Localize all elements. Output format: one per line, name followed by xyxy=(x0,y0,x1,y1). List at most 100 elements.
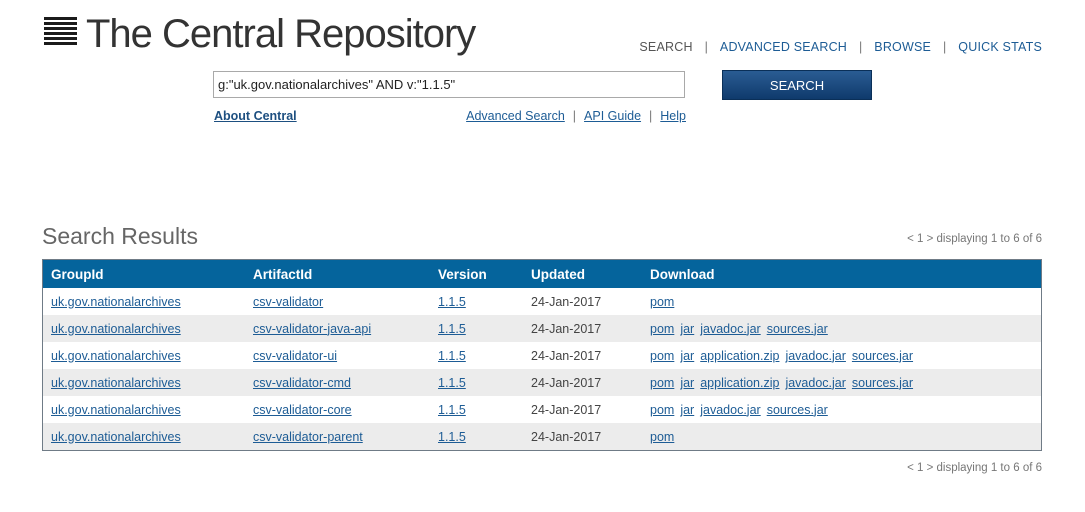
groupid-cell: uk.gov.nationalarchives xyxy=(42,315,245,342)
groupid-cell: uk.gov.nationalarchives xyxy=(42,369,245,396)
download-link[interactable]: jar xyxy=(680,376,694,390)
table-row: uk.gov.nationalarchives csv-validator-ui 1… xyxy=(43,342,1042,369)
groupid-cell: uk.gov.nationalarchives xyxy=(42,423,245,451)
nav-separator: | xyxy=(704,40,708,54)
updated-text: 24-Jan-2017 xyxy=(531,375,602,390)
logo-stripes-icon xyxy=(44,17,77,45)
download-link[interactable]: sources.jar xyxy=(767,403,828,417)
nav-separator: | xyxy=(943,40,947,54)
version-link[interactable]: 1.1.5 xyxy=(438,376,466,390)
artifactid-cell: csv-validator-cmd xyxy=(245,369,430,396)
artifactid-cell: csv-validator-core xyxy=(245,396,430,423)
about-central-link[interactable]: About Central xyxy=(214,109,297,123)
download-link[interactable]: javadoc.jar xyxy=(700,403,760,417)
download-link[interactable]: pom xyxy=(650,376,674,390)
advanced-search-link[interactable]: Advanced Search xyxy=(466,109,565,123)
download-link[interactable]: application.zip xyxy=(700,349,779,363)
updated-cell: 24-Jan-2017 xyxy=(523,288,642,315)
download-link[interactable]: jar xyxy=(680,403,694,417)
download-link[interactable]: pom xyxy=(650,322,674,336)
api-guide-link[interactable]: API Guide xyxy=(584,109,641,123)
download-link[interactable]: sources.jar xyxy=(852,349,913,363)
version-link[interactable]: 1.1.5 xyxy=(438,349,466,363)
download-cell: pom jar application.zip javadoc.jar sources.… xyxy=(642,369,1042,396)
paging-bottom: < 1 > displaying 1 to 6 of 6 xyxy=(907,462,1042,474)
search-input[interactable] xyxy=(213,71,685,98)
separator: | xyxy=(572,109,577,123)
download-link[interactable]: javadoc.jar xyxy=(785,376,845,390)
artifactid-cell: csv-validator xyxy=(245,288,430,315)
version-cell: 1.1.5 xyxy=(430,369,523,396)
groupid-link[interactable]: uk.gov.nationalarchives xyxy=(51,295,181,309)
help-link[interactable]: Help xyxy=(660,109,686,123)
nav-search[interactable]: SEARCH xyxy=(639,40,692,54)
updated-text: 24-Jan-2017 xyxy=(531,294,602,309)
download-cell: pom xyxy=(642,288,1042,315)
nav-advanced-search[interactable]: ADVANCED SEARCH xyxy=(720,40,847,54)
download-link[interactable]: sources.jar xyxy=(852,376,913,390)
download-link[interactable]: application.zip xyxy=(700,376,779,390)
groupid-cell: uk.gov.nationalarchives xyxy=(43,288,246,315)
column-download: Download xyxy=(642,259,1042,288)
artifactid-link[interactable]: csv-validator-cmd xyxy=(253,376,351,390)
download-link[interactable]: pom xyxy=(650,403,674,417)
version-link[interactable]: 1.1.5 xyxy=(438,295,466,309)
version-cell: 1.1.5 xyxy=(430,423,523,451)
download-link[interactable]: jar xyxy=(680,322,694,336)
table-header-row: GroupId ArtifactId Version Updated Downl… xyxy=(42,259,1042,288)
download-cell: pom xyxy=(642,423,1042,451)
updated-cell: 24-Jan-2017 xyxy=(523,315,642,342)
nav-quick-stats[interactable]: QUICK STATS xyxy=(958,40,1042,54)
version-link[interactable]: 1.1.5 xyxy=(438,430,466,444)
artifactid-cell: csv-validator-parent xyxy=(245,423,430,451)
groupid-link[interactable]: uk.gov.nationalarchives xyxy=(51,376,181,390)
column-groupid: GroupId xyxy=(42,259,245,288)
download-cell: pom jar javadoc.jar sources.jar xyxy=(642,396,1042,423)
nav-browse[interactable]: BROWSE xyxy=(874,40,931,54)
version-cell: 1.1.5 xyxy=(430,288,523,315)
download-link[interactable]: pom xyxy=(650,295,674,309)
groupid-link[interactable]: uk.gov.nationalarchives xyxy=(51,403,181,417)
groupid-cell: uk.gov.nationalarchives xyxy=(43,396,246,423)
artifactid-cell: csv-validator-ui xyxy=(245,342,430,369)
column-artifactid: ArtifactId xyxy=(245,259,430,288)
paging-top: < 1 > displaying 1 to 6 of 6 xyxy=(907,233,1042,245)
updated-cell: 24-Jan-2017 xyxy=(523,342,642,369)
updated-cell: 24-Jan-2017 xyxy=(523,369,642,396)
column-version: Version xyxy=(430,259,523,288)
site-title: The Central Repository xyxy=(86,12,476,56)
version-link[interactable]: 1.1.5 xyxy=(438,322,466,336)
updated-text: 24-Jan-2017 xyxy=(531,321,602,336)
table-row: uk.gov.nationalarchives csv-validator-jav… xyxy=(42,315,1042,342)
groupid-link[interactable]: uk.gov.nationalarchives xyxy=(51,349,181,363)
artifactid-cell: csv-validator-java-api xyxy=(245,315,430,342)
artifactid-link[interactable]: csv-validator xyxy=(253,295,323,309)
download-cell: pom jar application.zip javadoc.jar sources.… xyxy=(642,342,1042,369)
artifactid-link[interactable]: csv-validator-core xyxy=(253,403,352,417)
search-button[interactable]: SEARCH xyxy=(722,70,872,100)
separator: | xyxy=(649,109,653,123)
download-link[interactable]: pom xyxy=(650,430,674,444)
table-row: uk.gov.nationalarchives csv-validator-par… xyxy=(42,423,1042,451)
updated-text: 24-Jan-2017 xyxy=(531,402,602,417)
download-link[interactable]: sources.jar xyxy=(767,322,828,336)
table-row: uk.gov.nationalarchives csv-validator 1.1.… xyxy=(43,288,1042,315)
download-link[interactable]: jar xyxy=(680,349,694,363)
version-link[interactable]: 1.1.5 xyxy=(438,403,466,417)
top-navigation: SEARCH | ADVANCED SEARCH | BROWSE | QUICK STAT… xyxy=(639,40,1042,54)
search-sublinks: Advanced Search | API Guide | Help xyxy=(466,109,686,123)
artifactid-link[interactable]: csv-validator-ui xyxy=(253,349,337,363)
updated-cell: 24-Jan-2017 xyxy=(523,396,642,423)
results-table: GroupId ArtifactId Version Updated Downl… xyxy=(42,259,1042,451)
updated-cell: 24-Jan-2017 xyxy=(523,423,642,451)
table-row: uk.gov.nationalarchives csv-validator-cmd… xyxy=(42,369,1042,396)
artifactid-link[interactable]: csv-validator-java-api xyxy=(253,322,371,336)
download-link[interactable]: pom xyxy=(650,349,674,363)
download-link[interactable]: javadoc.jar xyxy=(700,322,760,336)
updated-text: 24-Jan-2017 xyxy=(531,348,602,363)
artifactid-link[interactable]: csv-validator-parent xyxy=(253,430,363,444)
groupid-link[interactable]: uk.gov.nationalarchives xyxy=(51,430,181,444)
download-link[interactable]: javadoc.jar xyxy=(785,349,845,363)
site-logo[interactable]: The Central Repository xyxy=(44,12,476,56)
groupid-link[interactable]: uk.gov.nationalarchives xyxy=(51,322,181,336)
